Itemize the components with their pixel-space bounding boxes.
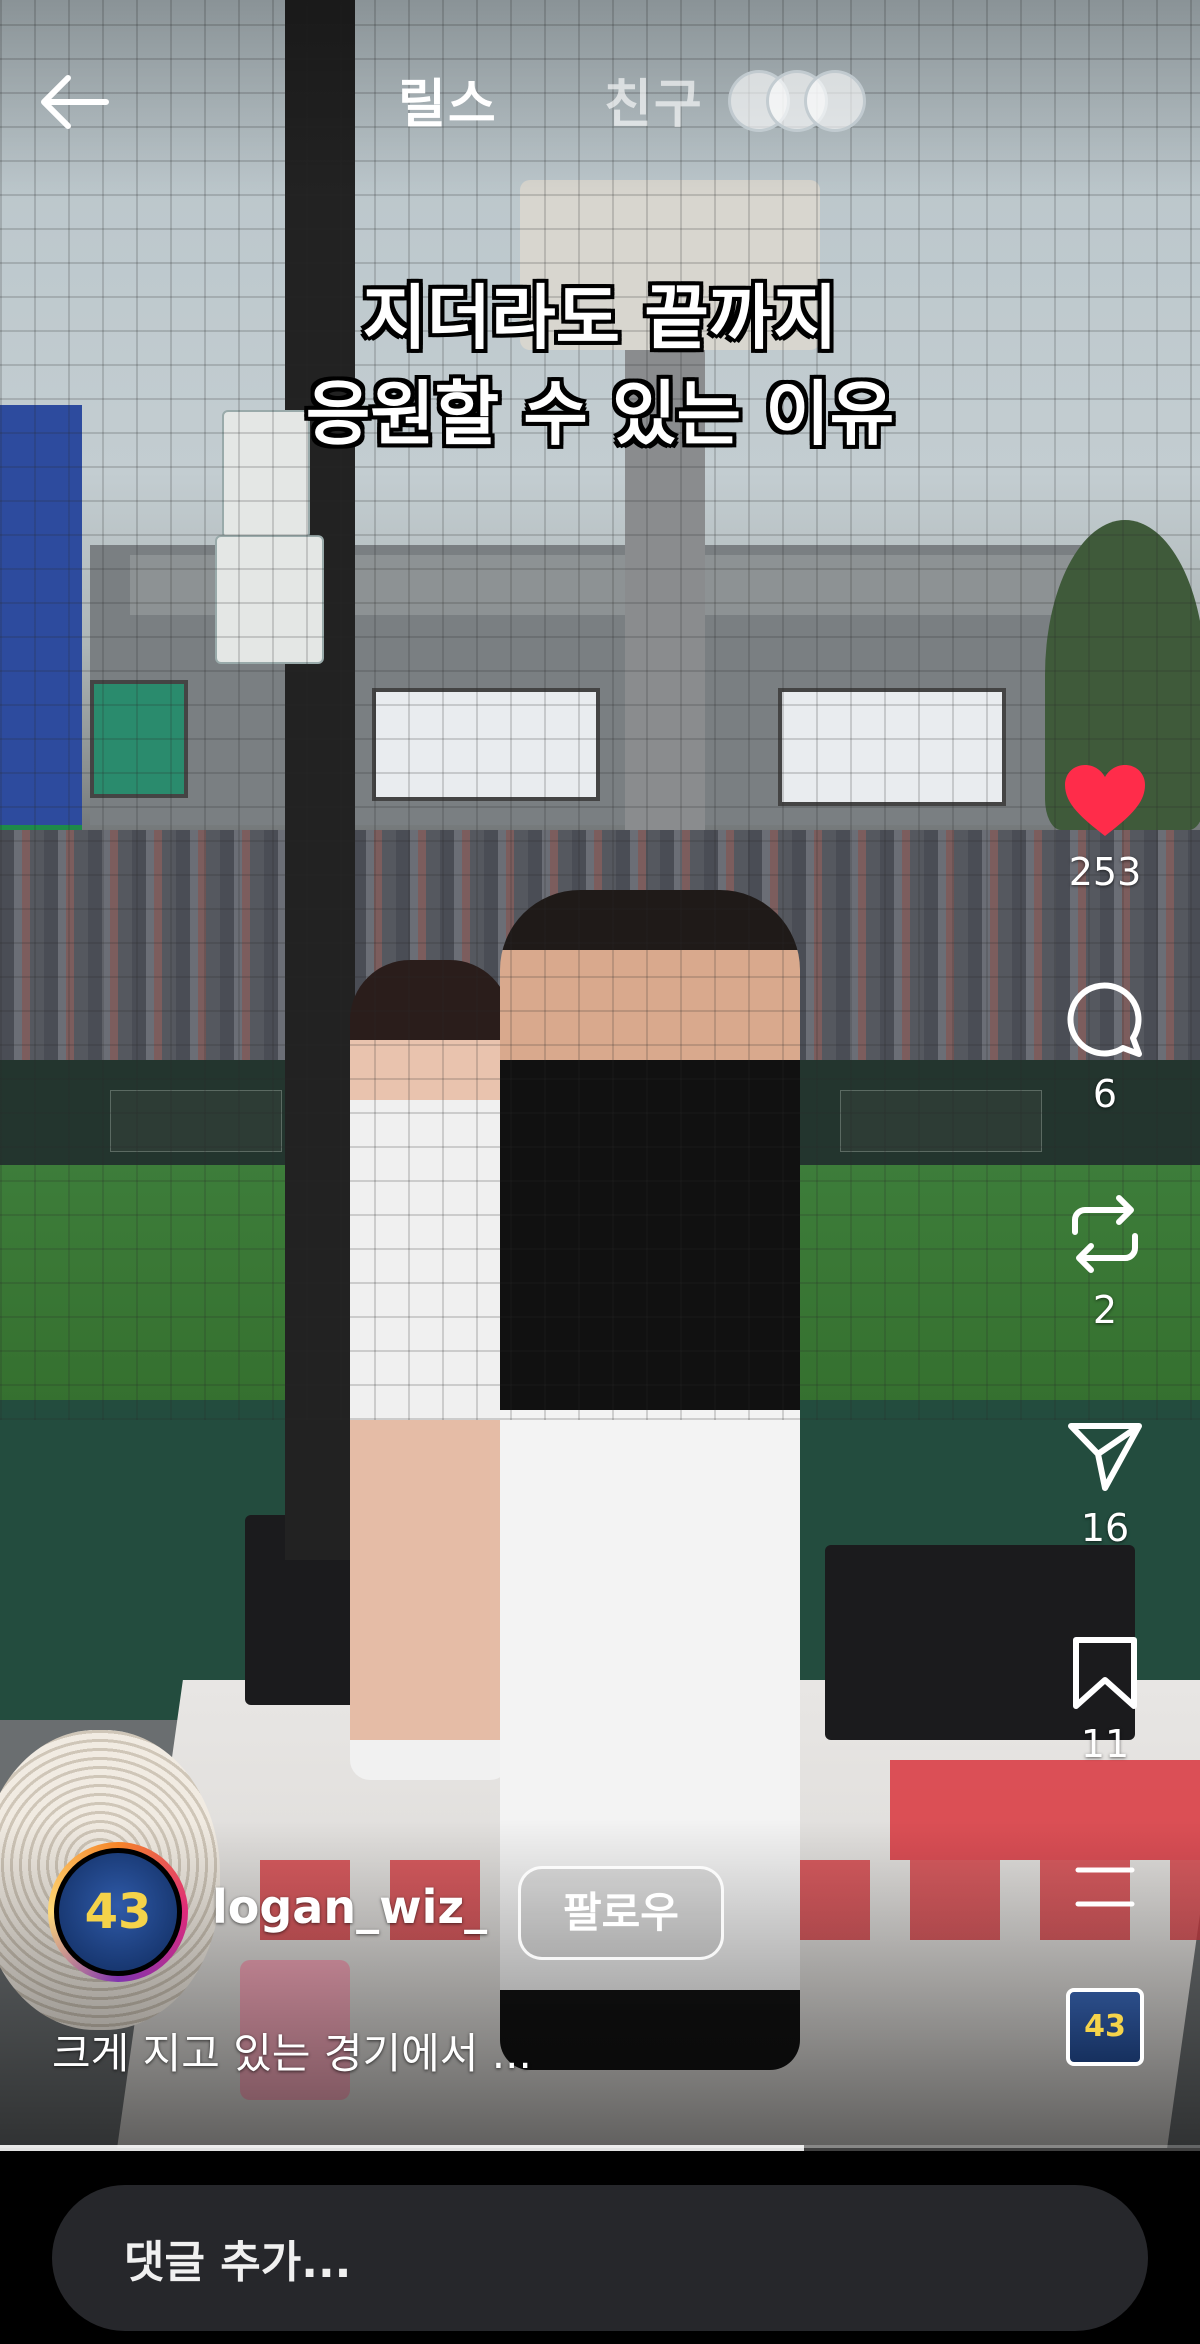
like-button[interactable]: 253 xyxy=(1060,762,1150,894)
comment-placeholder: 댓글 추가... xyxy=(124,2237,352,2288)
comment-button[interactable]: 6 xyxy=(1060,980,1150,1116)
top-gradient xyxy=(0,0,1200,200)
like-count: 253 xyxy=(1068,850,1142,894)
share-count: 16 xyxy=(1080,1506,1130,1550)
tab-reels[interactable]: 릴스 xyxy=(398,62,498,137)
caption-line-2: 응원할 수 있는 이유 xyxy=(305,373,895,455)
follow-button[interactable]: 팔로우 xyxy=(518,1866,724,1960)
friend-avatar xyxy=(804,70,866,132)
bookmark-icon xyxy=(1073,1637,1137,1709)
music-icon[interactable]: 43 xyxy=(1066,1988,1144,2066)
share-button[interactable]: 16 xyxy=(1060,1418,1150,1550)
back-button[interactable] xyxy=(34,72,114,132)
video-caption: 지더라도 끝까지 응원할 수 있는 이유 xyxy=(0,270,1200,462)
avatar-image: 43 xyxy=(54,1848,182,1976)
save-button[interactable]: 11 xyxy=(1060,1636,1150,1766)
comment-input[interactable]: 댓글 추가... xyxy=(52,2185,1148,2331)
avatar[interactable]: 43 xyxy=(48,1842,188,1982)
share-icon xyxy=(1068,1423,1142,1491)
save-count: 11 xyxy=(1080,1722,1130,1766)
heart-icon xyxy=(1065,765,1145,836)
friend-avatars[interactable] xyxy=(728,70,898,132)
tab-friends[interactable]: 친구 xyxy=(604,62,704,137)
repost-icon xyxy=(1072,1195,1138,1273)
more-options-button[interactable] xyxy=(1060,1864,1150,1910)
repost-button[interactable]: 2 xyxy=(1060,1192,1150,1332)
comment-count: 6 xyxy=(1092,1072,1118,1116)
repost-count: 2 xyxy=(1092,1288,1118,1332)
comment-icon xyxy=(1067,982,1142,1057)
author-username[interactable]: logan_wiz_ xyxy=(212,1880,487,1934)
caption-line-1: 지더라도 끝까지 xyxy=(362,277,838,359)
back-arrow-icon xyxy=(41,75,109,129)
protective-net xyxy=(0,0,1200,1420)
post-description[interactable]: 크게 지고 있는 경기에서 ... xyxy=(52,2020,532,2081)
more-icon xyxy=(1075,1867,1135,1907)
